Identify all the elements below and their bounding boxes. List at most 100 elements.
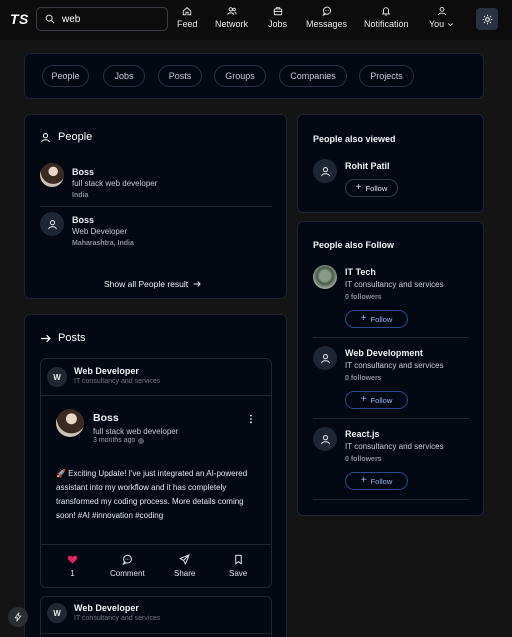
- person-name[interactable]: Boss: [72, 215, 94, 225]
- group-name[interactable]: Web Developer: [74, 366, 139, 376]
- company-followers: 0 followers: [345, 375, 382, 382]
- plus-icon: +: [360, 475, 367, 486]
- comment-label: Comment: [110, 569, 145, 578]
- company-followers: 0 followers: [345, 456, 382, 463]
- filter-people[interactable]: People: [42, 65, 89, 87]
- user-icon: [320, 434, 330, 444]
- avatar[interactable]: [56, 409, 84, 437]
- person-name[interactable]: Boss: [72, 167, 94, 177]
- people-section-title: People: [40, 131, 92, 143]
- person-location: Maharashtra, India: [72, 240, 134, 247]
- follow-button[interactable]: + Follow: [345, 310, 408, 328]
- save-button[interactable]: Save: [229, 554, 247, 578]
- user-icon: [320, 166, 330, 176]
- people-title: People: [58, 131, 93, 143]
- show-all-label: Show all People result: [104, 279, 189, 289]
- filter-groups[interactable]: Groups: [214, 65, 266, 87]
- plus-icon: +: [355, 182, 362, 193]
- user-icon: [47, 219, 57, 229]
- filter-jobs[interactable]: Jobs: [103, 65, 145, 87]
- company-name[interactable]: Web Development: [345, 348, 423, 358]
- group-avatar[interactable]: W: [47, 603, 67, 623]
- share-label: Share: [174, 569, 196, 578]
- company-industry: IT consultancy and services: [345, 361, 444, 370]
- post-time: 3 months ago: [93, 437, 145, 444]
- user-icon: [437, 6, 446, 16]
- post-card: W Web Developer IT consultancy and servi…: [40, 358, 272, 588]
- company-name[interactable]: IT Tech: [345, 267, 376, 277]
- person-location: India: [72, 192, 89, 199]
- nav-notification[interactable]: Notification: [364, 6, 409, 34]
- nav-you-label: You: [429, 19, 445, 29]
- nav-notification-label: Notification: [364, 19, 409, 29]
- people-results-card: People Boss full stack web developer Ind…: [24, 114, 287, 299]
- filter-companies[interactable]: Companies: [279, 65, 347, 87]
- avatar[interactable]: [313, 159, 337, 183]
- follow-button[interactable]: + Follow: [345, 391, 408, 409]
- nav-jobs[interactable]: Jobs: [268, 6, 287, 34]
- like-count: 1: [70, 569, 75, 578]
- also-viewed-title: People also viewed: [313, 134, 396, 144]
- follow-button[interactable]: + Follow: [345, 472, 408, 490]
- divider: [313, 418, 469, 419]
- follow-label: Follow: [370, 395, 393, 405]
- briefcase-icon: [273, 7, 282, 16]
- globe-icon: [138, 437, 145, 444]
- group-industry: IT consultancy and services: [74, 615, 161, 622]
- avatar[interactable]: [313, 427, 337, 451]
- divider: [41, 395, 271, 396]
- search-box[interactable]: [36, 7, 168, 31]
- follow-label: Follow: [370, 476, 393, 486]
- avatar[interactable]: [40, 212, 64, 236]
- share-button[interactable]: Share: [174, 554, 195, 578]
- more-options-icon[interactable]: [249, 414, 253, 424]
- message-icon: [322, 6, 331, 16]
- search-input[interactable]: [62, 13, 162, 25]
- avatar[interactable]: [40, 163, 64, 187]
- show-all-people-link[interactable]: Show all People result: [104, 279, 201, 289]
- company-followers: 0 followers: [345, 294, 382, 301]
- comment-icon: [122, 554, 132, 565]
- post-body: 🚀 Exciting Update! I've just integrated …: [56, 469, 248, 520]
- home-icon: [183, 7, 192, 16]
- filter-posts[interactable]: Posts: [158, 65, 202, 87]
- post-author[interactable]: Boss: [93, 412, 119, 424]
- person-name[interactable]: Rohit Patil: [345, 161, 390, 171]
- bell-icon: [381, 7, 391, 16]
- like-button[interactable]: 1: [67, 554, 78, 578]
- send-icon: [179, 554, 190, 565]
- nav-jobs-label: Jobs: [268, 19, 288, 29]
- follow-label: Follow: [370, 314, 393, 324]
- user-icon: [41, 132, 50, 142]
- theme-toggle-button[interactable]: [476, 8, 498, 30]
- divider: [41, 544, 271, 545]
- company-industry: IT consultancy and services: [345, 280, 444, 289]
- nav-messages-label: Messages: [306, 19, 348, 29]
- nav-feed-label: Feed: [177, 19, 198, 29]
- company-name[interactable]: React.js: [345, 429, 380, 439]
- arrow-right-icon: [41, 334, 51, 342]
- bookmark-icon: [234, 554, 242, 565]
- posts-results-card: Posts W Web Developer IT consultancy and…: [24, 314, 287, 637]
- nav-network[interactable]: Network: [215, 6, 248, 34]
- group-name[interactable]: Web Developer: [74, 603, 139, 613]
- top-navbar: TS Feed Network Jobs Messages Notificati…: [0, 0, 512, 40]
- nav-you[interactable]: You: [429, 6, 454, 34]
- comment-button[interactable]: Comment: [110, 554, 145, 578]
- divider: [40, 206, 272, 207]
- avatar[interactable]: [313, 346, 337, 370]
- filter-bar: People Jobs Posts Groups Companies Proje…: [24, 53, 484, 99]
- avatar[interactable]: [313, 265, 337, 289]
- nav-feed[interactable]: Feed: [177, 6, 198, 34]
- group-avatar[interactable]: W: [47, 367, 67, 387]
- divider: [41, 633, 271, 634]
- logo[interactable]: TS: [10, 11, 29, 27]
- filter-projects[interactable]: Projects: [359, 65, 414, 87]
- follow-button[interactable]: + Follow: [345, 179, 398, 197]
- quick-action-button[interactable]: [8, 607, 28, 627]
- follow-label: Follow: [365, 183, 388, 193]
- chevron-down-icon: [448, 22, 454, 26]
- nav-network-label: Network: [215, 19, 249, 29]
- nav-messages[interactable]: Messages: [306, 6, 347, 34]
- also-follow-title: People also Follow: [313, 240, 395, 250]
